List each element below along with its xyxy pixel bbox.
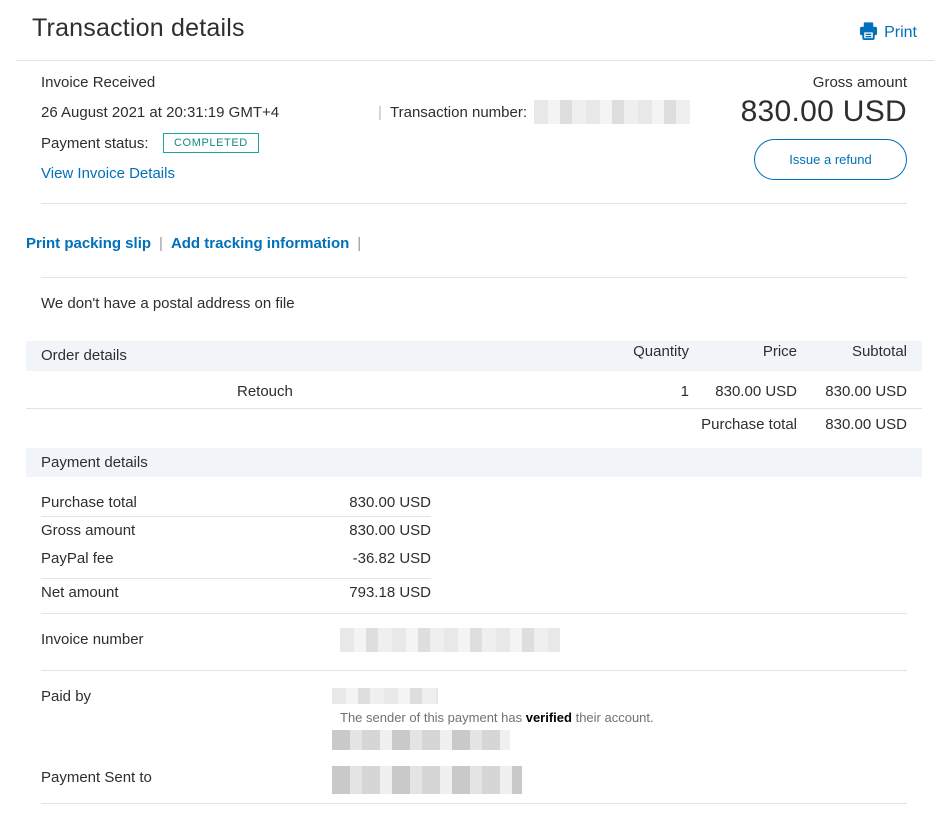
payer-name-redacted: [332, 688, 438, 704]
section-divider: [41, 613, 907, 614]
verified-note: The sender of this payment has verified …: [340, 710, 654, 725]
print-button[interactable]: Print: [859, 21, 917, 45]
status-badge: COMPLETED: [163, 133, 259, 153]
paypal-fee-row-value: -36.82 USD: [352, 550, 431, 567]
payment-details-heading: Payment details: [41, 454, 148, 471]
purchase-total-row-label: Purchase total: [41, 494, 137, 511]
paypal-fee-row-label: PayPal fee: [41, 550, 114, 567]
purchase-total-value: 830.00 USD: [825, 416, 907, 433]
payment-details-header: [26, 448, 922, 477]
payment-status-label: Payment status:: [41, 135, 149, 152]
page-title: Transaction details: [32, 14, 245, 42]
order-item-price: 830.00 USD: [715, 383, 797, 400]
postal-address-note: We don't have a postal address on file: [41, 295, 295, 312]
action-links: Print packing slip | Add tracking inform…: [26, 235, 361, 252]
order-item-name: Retouch: [237, 383, 293, 400]
price-column-header: Price: [762, 343, 797, 360]
inline-separator: |: [378, 104, 382, 121]
separator: |: [357, 235, 362, 252]
header-divider: [16, 60, 934, 61]
net-amount-row-label: Net amount: [41, 584, 119, 601]
order-row-divider: [26, 408, 922, 409]
invoice-number-label: Invoice number: [41, 631, 144, 648]
payer-email-redacted: [332, 730, 510, 750]
subtotal-column-header: Subtotal: [851, 343, 907, 360]
invoice-number-redacted: [340, 628, 560, 652]
transaction-number-redacted: [534, 100, 690, 124]
purchase-total-label: Purchase total: [701, 416, 797, 433]
paid-by-label: Paid by: [41, 688, 92, 705]
issue-refund-button[interactable]: Issue a refund: [754, 139, 907, 180]
recipient-redacted: [332, 766, 522, 794]
net-amount-row-value: 793.18 USD: [349, 584, 431, 601]
quantity-column-header: Quantity: [633, 343, 689, 360]
payment-sent-to-label: Payment Sent to: [41, 769, 152, 786]
section-divider: [41, 803, 907, 804]
order-item-subtotal: 830.00 USD: [825, 383, 907, 400]
print-label: Print: [884, 24, 917, 41]
order-details-heading: Order details: [41, 347, 127, 364]
add-tracking-link[interactable]: Add tracking information: [171, 235, 349, 252]
order-item-quantity: 1: [680, 383, 689, 400]
verified-word: verified: [525, 710, 572, 725]
transaction-datetime: 26 August 2021 at 20:31:19 GMT+4: [41, 104, 280, 121]
summary-divider: [41, 203, 907, 204]
print-packing-slip-link[interactable]: Print packing slip: [26, 235, 151, 252]
separator: |: [159, 235, 163, 252]
transaction-type: Invoice Received: [41, 74, 156, 91]
payment-row-divider: [41, 578, 431, 579]
printer-icon: [859, 21, 878, 45]
purchase-total-row-value: 830.00 USD: [349, 494, 431, 511]
payment-row-divider: [41, 516, 431, 517]
gross-amount-label: Gross amount: [812, 74, 907, 91]
gross-amount-value: 830.00 USD: [740, 95, 907, 128]
actions-divider: [41, 277, 907, 278]
transaction-number-label: Transaction number:: [390, 104, 528, 121]
section-divider: [41, 670, 907, 671]
gross-amount-row-value: 830.00 USD: [349, 522, 431, 539]
view-invoice-link[interactable]: View Invoice Details: [41, 165, 175, 182]
gross-amount-row-label: Gross amount: [41, 522, 136, 539]
